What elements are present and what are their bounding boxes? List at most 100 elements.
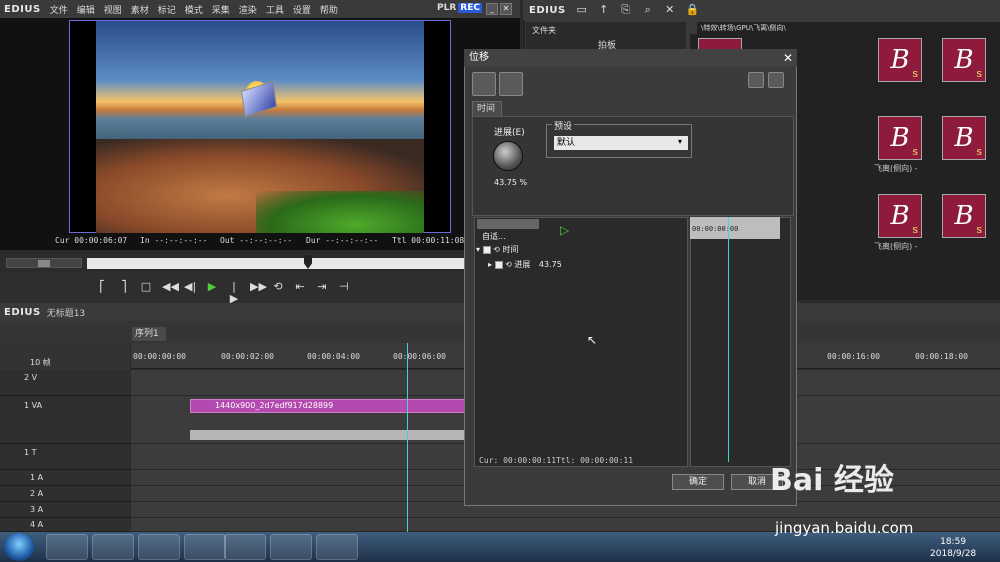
up-icon[interactable]: ↑: [598, 4, 610, 16]
stop-icon[interactable]: □: [140, 281, 152, 293]
effect-thumbnail[interactable]: BS: [942, 116, 986, 160]
explorer-icon[interactable]: [92, 534, 134, 560]
kf-playhead[interactable]: [728, 217, 729, 462]
bin-logo: EDIUS: [529, 4, 566, 16]
clock-date: 2018/9/28: [930, 549, 977, 559]
audio-clip[interactable]: [190, 430, 468, 440]
overwrite-icon[interactable]: ⇥: [316, 281, 328, 293]
rewind-icon[interactable]: ◀◀: [162, 281, 179, 293]
track-header-1va[interactable]: 1 VA: [0, 396, 130, 444]
folder-icon[interactable]: ▭: [576, 4, 588, 16]
step-forward-icon[interactable]: |▶: [228, 281, 240, 305]
keyframe-graph[interactable]: [690, 217, 791, 467]
effect-label: 飞离(侧向) -: [874, 242, 918, 251]
qq-icon[interactable]: [138, 534, 180, 560]
preset-select[interactable]: 默认: [554, 136, 688, 150]
timeline-logo: EDIUS: [4, 306, 41, 318]
ok-button[interactable]: 确定: [672, 474, 724, 490]
track-header-top: 10 帧: [0, 343, 130, 370]
redo-icon[interactable]: [768, 72, 784, 88]
minimize-icon[interactable]: _: [486, 3, 498, 15]
insert-icon[interactable]: ⇤: [294, 281, 306, 293]
kf-cur: Cur: 00:00:00:11: [479, 456, 557, 465]
kf-zoom-slider[interactable]: [477, 219, 539, 229]
search-icon[interactable]: ⌕: [642, 4, 654, 16]
menu-render[interactable]: 渲染: [239, 3, 257, 16]
copy-icon[interactable]: ⎘: [620, 4, 632, 16]
ruler-label: 00:00:04:00: [307, 352, 360, 361]
progress-value: 43.75 %: [494, 178, 528, 187]
video-clip[interactable]: 1440x900_2d7edf917d28899: [190, 399, 468, 413]
tab-sequence[interactable]: 序列1: [132, 327, 166, 341]
clock-time: 18:59: [940, 537, 967, 547]
set-out-icon[interactable]: ⎤: [118, 281, 130, 293]
ruler-label: 00:00:02:00: [221, 352, 274, 361]
menu-mode[interactable]: 模式: [185, 3, 203, 16]
clock-icon[interactable]: [499, 72, 523, 96]
menu-edit[interactable]: 编辑: [77, 3, 95, 16]
auto-select[interactable]: 自适...: [482, 231, 506, 242]
checkbox[interactable]: [482, 245, 491, 254]
kf-ruler[interactable]: 00:00:00:00: [690, 217, 780, 239]
menu-clip[interactable]: 素材: [131, 3, 149, 16]
palette-icon[interactable]: [472, 72, 496, 96]
plr-rec-toggle[interactable]: PLR REC: [437, 3, 482, 13]
track-header-1t[interactable]: 1 T: [0, 444, 130, 470]
fast-forward-icon[interactable]: ▶▶: [250, 281, 267, 293]
step-back-icon[interactable]: ◀|: [184, 281, 196, 293]
checkbox[interactable]: [494, 260, 503, 269]
menu-tools[interactable]: 工具: [266, 3, 284, 16]
track-header-1a[interactable]: 1 A: [0, 470, 130, 486]
menu-view[interactable]: 视图: [104, 3, 122, 16]
ruler-label: 00:00:16:00: [827, 352, 880, 361]
close-icon[interactable]: ✕: [783, 51, 793, 65]
close-icon[interactable]: ✕: [500, 3, 512, 15]
play-icon[interactable]: ▶: [206, 281, 218, 293]
track-header-4a[interactable]: 4 A: [0, 518, 130, 532]
position-bar[interactable]: [87, 258, 519, 269]
start-button[interactable]: [4, 533, 34, 561]
effect-label: 飞离(侧向) -: [874, 164, 918, 173]
firefox-icon[interactable]: [224, 534, 266, 560]
effect-thumbnail[interactable]: BS: [942, 38, 986, 82]
menu-capture[interactable]: 采集: [212, 3, 230, 16]
recorder-icon[interactable]: [316, 534, 358, 560]
menu-settings[interactable]: 设置: [293, 3, 311, 16]
delete-icon[interactable]: ✕: [664, 4, 676, 16]
tab-time[interactable]: 时间: [472, 101, 502, 117]
tc-out: Out --:--:--:--: [220, 236, 293, 245]
project-name: 无标题13: [46, 308, 86, 319]
effect-thumbnail[interactable]: BS: [878, 194, 922, 238]
kf-row-time[interactable]: ▾ ⟲ 时间: [476, 243, 688, 257]
progress-knob[interactable]: [493, 141, 523, 171]
media-icon[interactable]: [184, 534, 226, 560]
track-header-2a[interactable]: 2 A: [0, 486, 130, 502]
effect-thumbnail[interactable]: BS: [878, 38, 922, 82]
preview-image: [96, 21, 424, 233]
app-360-icon[interactable]: [46, 534, 88, 560]
undo-icon[interactable]: [748, 72, 764, 88]
timeline-playhead[interactable]: [407, 343, 408, 533]
system-clock[interactable]: 18:59 2018/9/28: [930, 536, 976, 560]
effect-thumbnail[interactable]: BS: [942, 194, 986, 238]
zoom-select[interactable]: 10 帧: [30, 357, 51, 368]
menu-file[interactable]: 文件: [50, 3, 68, 16]
play-icon[interactable]: ▷: [560, 223, 569, 237]
lock-icon[interactable]: 🔒: [686, 4, 700, 16]
track-header-3a[interactable]: 3 A: [0, 502, 130, 518]
kf-row-progress[interactable]: ▸ ⟲ 进展 43.75: [476, 258, 688, 272]
tc-dur: Dur --:--:--:--: [306, 236, 379, 245]
track-header-2v[interactable]: 2 V: [0, 370, 130, 396]
loop-icon[interactable]: ⟲: [272, 281, 284, 293]
trim-icon[interactable]: ⊣: [338, 281, 350, 293]
shuttle-knob[interactable]: [38, 260, 50, 267]
menu-marker[interactable]: 标记: [158, 3, 176, 16]
tc-ttl: Ttl 00:00:11:08: [392, 236, 465, 245]
transport-controls: ⎡ ⎤ □ ◀◀ ◀| ▶ |▶ ▶▶ ⟲ ⇤ ⇥ ⊣: [96, 281, 350, 305]
set-in-icon[interactable]: ⎡: [96, 281, 108, 293]
tc-in: In --:--:--:--: [140, 236, 208, 245]
chevron-down-icon[interactable]: ▾: [678, 137, 682, 146]
menu-help[interactable]: 帮助: [320, 3, 338, 16]
effect-thumbnail[interactable]: BS: [878, 116, 922, 160]
edius-icon[interactable]: [270, 534, 312, 560]
